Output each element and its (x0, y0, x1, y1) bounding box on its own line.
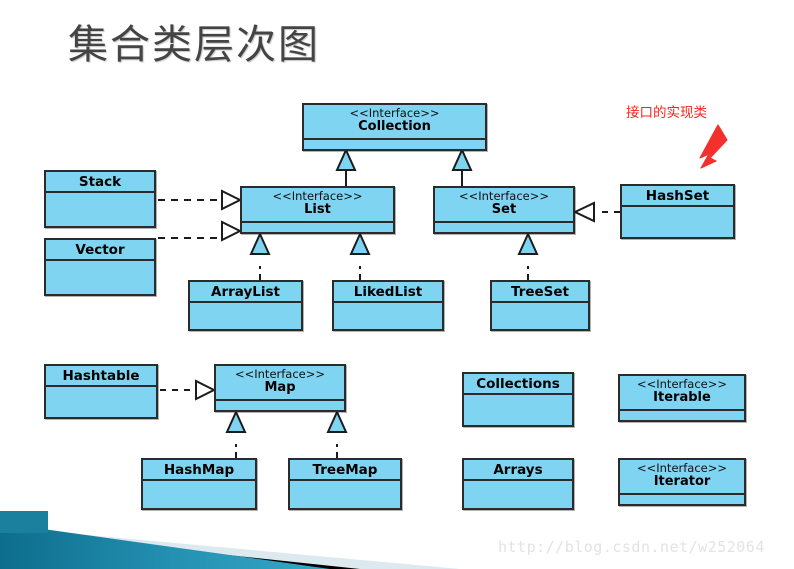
uml-node-compartment (46, 261, 154, 294)
uml-class-name: Hashtable (62, 368, 140, 384)
edge-treeset-to-set (517, 231, 539, 280)
annotation-label: 接口的实现类 (626, 105, 707, 121)
uml-stereotype-label: <<Interface>> (636, 377, 728, 391)
edge-set-to-collection (451, 147, 473, 186)
uml-node-compartment (304, 140, 485, 149)
uml-class-stack[interactable]: Stack (44, 170, 156, 228)
uml-class-treeset[interactable]: TreeSet (490, 280, 590, 331)
uml-node-compartment (143, 481, 255, 508)
uml-class-collections[interactable]: Collections (462, 372, 574, 427)
uml-stereotype-label: <<Interface>> (636, 461, 728, 475)
footer-light-wedge (0, 527, 460, 569)
uml-class-name: ArrayList (211, 284, 280, 300)
uml-node-compartment (620, 495, 744, 504)
uml-node-header: <<Interface>> List (242, 188, 393, 223)
uml-class-name: HashMap (163, 462, 235, 478)
annotation-arrow-icon (699, 124, 728, 169)
uml-node-compartment (216, 401, 344, 410)
footer-black-wedge (0, 531, 360, 569)
uml-class-name: Arrays (493, 462, 543, 478)
uml-stereotype-label: <<Interface>> (234, 367, 326, 381)
edge-list-to-collection (335, 147, 357, 186)
uml-stereotype-label: <<Interface>> (458, 189, 550, 203)
uml-class-name: Stack (78, 174, 122, 190)
uml-node-compartment (492, 303, 588, 329)
uml-node-header: TreeSet (492, 282, 588, 303)
uml-node-compartment (464, 481, 572, 508)
uml-interface-list[interactable]: <<Interface>> List (240, 186, 395, 234)
uml-node-header: Arrays (464, 460, 572, 481)
uml-interface-collection[interactable]: <<Interface>> Collection (302, 103, 487, 151)
uml-interface-map[interactable]: <<Interface>> Map (214, 364, 346, 412)
uml-node-compartment (464, 395, 572, 425)
footer-decoration (0, 511, 460, 569)
uml-class-treemap[interactable]: TreeMap (288, 458, 402, 510)
uml-class-arraylist[interactable]: ArrayList (188, 280, 303, 331)
uml-class-arrays[interactable]: Arrays (462, 458, 574, 510)
uml-node-header: HashMap (143, 460, 255, 481)
uml-class-name: List (304, 201, 331, 217)
uml-node-header: <<Interface>> Map (216, 366, 344, 401)
uml-interface-iterator[interactable]: <<Interface>> Iterator (618, 458, 746, 506)
uml-class-name: Collection (358, 118, 431, 134)
uml-class-name: Iterator (653, 473, 711, 489)
uml-node-header: TreeMap (290, 460, 400, 481)
uml-class-name: Collections (476, 376, 560, 392)
uml-class-name: Map (264, 379, 296, 395)
uml-class-name: Set (491, 201, 517, 217)
uml-interface-iterable[interactable]: <<Interface>> Iterable (618, 374, 746, 422)
edge-treemap-to-map (326, 409, 348, 458)
edge-hashset-to-set (572, 201, 620, 223)
uml-node-header: HashSet (622, 186, 733, 207)
edge-stack-to-list (158, 189, 243, 211)
slide-canvas: 集合类层次图 <<Interface>> Collection Stack Ve… (0, 0, 794, 569)
uml-node-header: LikedList (334, 282, 442, 303)
uml-node-compartment (190, 303, 301, 329)
edge-vector-to-list (158, 220, 243, 242)
watermark-url: http://blog.csdn.net/w252064 (498, 538, 765, 556)
uml-class-likedlist[interactable]: LikedList (332, 280, 444, 331)
uml-node-compartment (290, 481, 400, 508)
uml-node-compartment (622, 207, 733, 237)
footer-teal-wedge (0, 523, 330, 569)
uml-class-hashtable[interactable]: Hashtable (44, 364, 158, 419)
uml-node-header: Collections (464, 374, 572, 395)
uml-class-hashset[interactable]: HashSet (620, 184, 735, 239)
uml-node-header: <<Interface>> Iterator (620, 460, 744, 495)
uml-node-header: <<Interface>> Iterable (620, 376, 744, 411)
uml-class-name: LikedList (353, 284, 423, 300)
uml-class-name: HashSet (645, 188, 710, 204)
edge-hashmap-to-map (225, 409, 247, 458)
uml-node-header: Hashtable (46, 366, 156, 387)
edge-arraylist-to-list (249, 231, 271, 280)
uml-stereotype-label: <<Interface>> (349, 106, 440, 120)
uml-node-header: Stack (46, 172, 154, 193)
uml-node-header: <<Interface>> Collection (304, 105, 485, 140)
edge-likedlist-to-list (349, 231, 371, 280)
uml-class-name: TreeSet (510, 284, 570, 300)
uml-node-header: Vector (46, 240, 154, 261)
uml-node-compartment (46, 193, 154, 226)
uml-class-name: TreeMap (312, 462, 378, 478)
uml-node-compartment (334, 303, 442, 329)
uml-node-compartment (435, 223, 573, 232)
uml-node-compartment (46, 387, 156, 417)
uml-class-name: Iterable (653, 389, 711, 405)
page-title: 集合类层次图 (68, 22, 320, 68)
uml-interface-set[interactable]: <<Interface>> Set (433, 186, 575, 234)
uml-class-hashmap[interactable]: HashMap (141, 458, 257, 510)
footer-teal-tab (0, 511, 48, 533)
uml-class-name: Vector (75, 242, 125, 258)
uml-stereotype-label: <<Interface>> (272, 189, 363, 203)
edge-hashtable-to-map (160, 379, 217, 401)
uml-node-compartment (620, 411, 744, 420)
uml-node-header: ArrayList (190, 282, 301, 303)
uml-node-header: <<Interface>> Set (435, 188, 573, 223)
uml-node-compartment (242, 223, 393, 232)
uml-class-vector[interactable]: Vector (44, 238, 156, 296)
